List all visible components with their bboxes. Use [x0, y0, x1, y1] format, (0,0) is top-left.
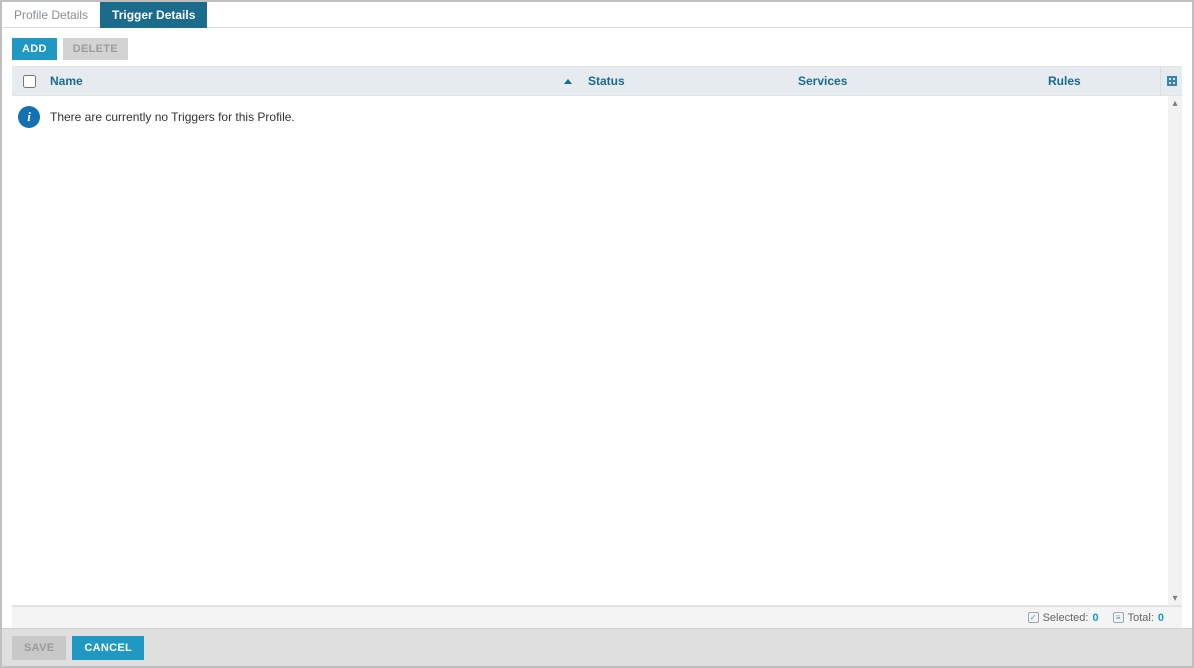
- columns-icon: [1167, 76, 1177, 86]
- cancel-button[interactable]: CANCEL: [72, 636, 144, 660]
- scroll-up-button[interactable]: ▴: [1168, 96, 1182, 110]
- tab-profile-details[interactable]: Profile Details: [2, 2, 100, 28]
- footer-bar: SAVE CANCEL: [2, 628, 1192, 666]
- column-header-services[interactable]: Services: [794, 74, 1044, 88]
- tab-trigger-details[interactable]: Trigger Details: [100, 2, 207, 28]
- column-picker-button[interactable]: [1160, 67, 1182, 95]
- status-bar: ✓ Selected: 0 ≡ Total: 0: [12, 606, 1182, 628]
- tabs-bar: Profile Details Trigger Details: [2, 2, 1192, 28]
- save-button: SAVE: [12, 636, 66, 660]
- table-header: Name Status Services Rules: [12, 66, 1182, 96]
- total-label: Total:: [1128, 612, 1154, 624]
- select-all-cell: [12, 72, 46, 91]
- empty-state-row: There are currently no Triggers for this…: [12, 96, 1182, 138]
- select-all-checkbox[interactable]: [23, 75, 36, 88]
- toolbar: ADD DELETE: [12, 38, 1182, 60]
- delete-button: DELETE: [63, 38, 128, 60]
- sort-asc-icon: [564, 79, 572, 84]
- column-header-name-label: Name: [50, 74, 83, 88]
- total-value: 0: [1158, 612, 1164, 624]
- column-header-name[interactable]: Name: [46, 74, 584, 88]
- empty-state-text: There are currently no Triggers for this…: [50, 110, 295, 124]
- selected-label: Selected:: [1043, 612, 1089, 624]
- column-header-status[interactable]: Status: [584, 74, 794, 88]
- selected-value: 0: [1092, 612, 1098, 624]
- info-icon: [18, 106, 40, 128]
- checkbox-icon: ✓: [1028, 612, 1039, 623]
- status-total: ≡ Total: 0: [1113, 612, 1164, 624]
- scrollbar-track[interactable]: ▴ ▾: [1168, 96, 1182, 605]
- content-pane: ADD DELETE Name Status Services Rules Th…: [2, 28, 1192, 628]
- scroll-down-button[interactable]: ▾: [1168, 591, 1182, 605]
- status-selected: ✓ Selected: 0: [1028, 612, 1099, 624]
- app-window: Profile Details Trigger Details ADD DELE…: [0, 0, 1194, 668]
- column-header-rules[interactable]: Rules: [1044, 74, 1160, 88]
- add-button[interactable]: ADD: [12, 38, 57, 60]
- list-icon: ≡: [1113, 612, 1124, 623]
- table-body: There are currently no Triggers for this…: [12, 96, 1182, 606]
